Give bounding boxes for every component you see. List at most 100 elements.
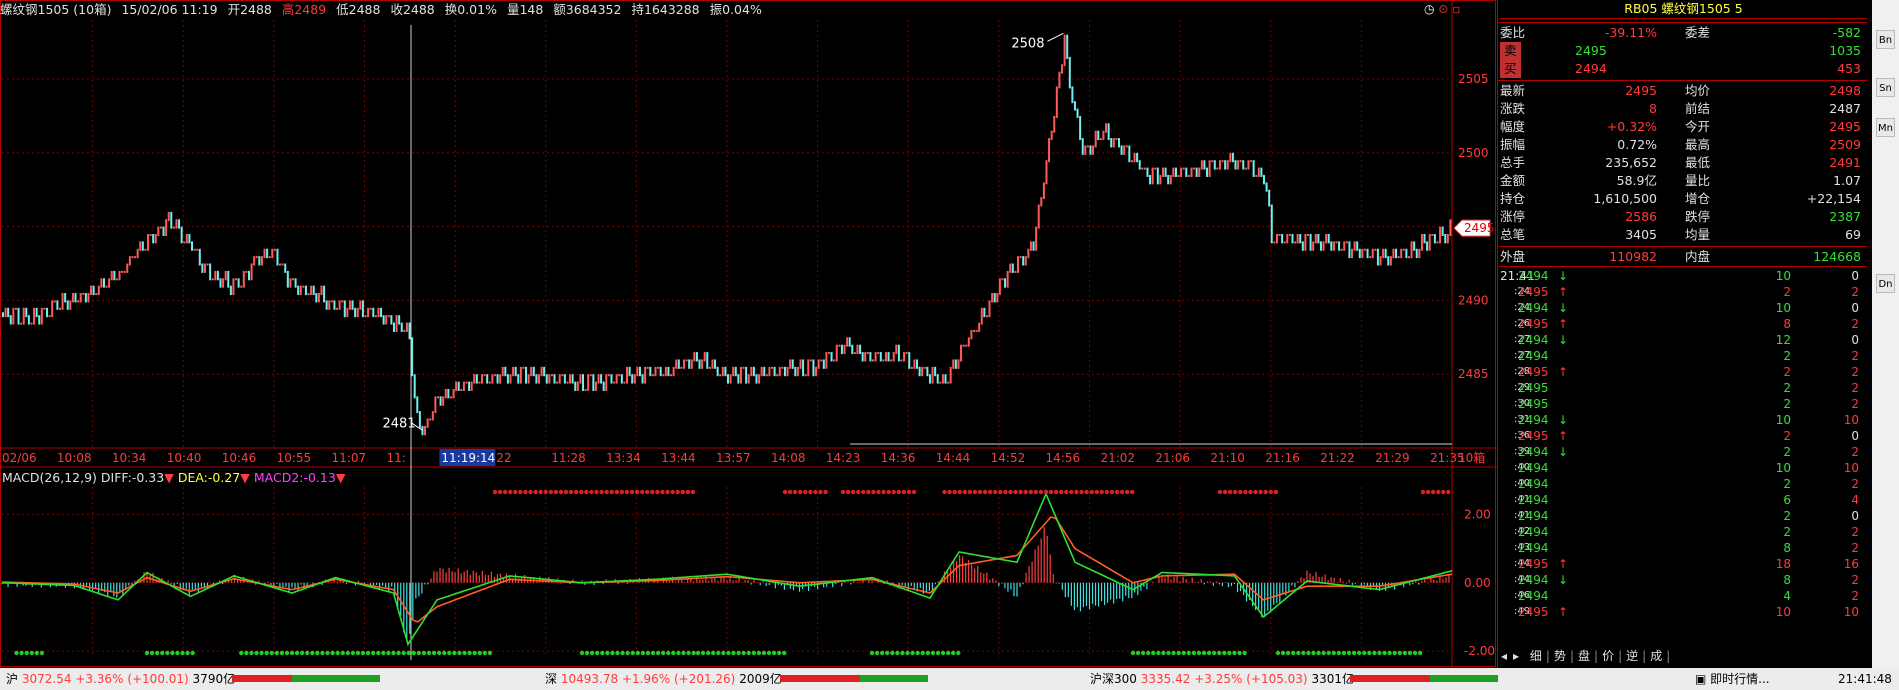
price-candle	[807, 359, 810, 377]
tick-vol: 2	[1783, 509, 1791, 523]
price-candle	[553, 374, 556, 384]
signal-dot-red	[543, 489, 548, 495]
macd-dea-label: DEA:-0.27	[177, 470, 241, 485]
price-tick-label: 2500	[1458, 146, 1489, 160]
panel-tab[interactable]: 逆	[1622, 646, 1642, 666]
intraday-chart[interactable]: 2485249024952500250525082481249502/0610:…	[0, 0, 1497, 668]
signal-dot-green	[190, 650, 195, 656]
price-candle	[1423, 234, 1426, 244]
tick-chg: 2	[1851, 573, 1859, 587]
price-candle	[1154, 167, 1157, 170]
price-candle	[71, 293, 74, 303]
signal-dot-green	[625, 650, 630, 656]
price-candle	[165, 219, 168, 236]
quote-row-label: 买	[1500, 60, 1521, 78]
status-hs300[interactable]: 沪深300 3335.42 +3.25% (+105.03) 3301亿	[1090, 668, 1354, 690]
signal-dot-green	[1171, 650, 1176, 656]
signal-dot-green	[1351, 650, 1357, 656]
price-candle	[229, 285, 232, 296]
signal-dot-red	[579, 489, 584, 495]
signal-dot-red	[589, 489, 594, 495]
price-candle	[496, 374, 499, 384]
price-candle	[947, 381, 950, 384]
tab-prev-icon[interactable]: ◂	[1498, 649, 1510, 663]
signal-dot-green	[34, 650, 39, 656]
price-candle	[890, 359, 893, 362]
toolbar-bn[interactable]: Bn	[1876, 30, 1895, 49]
signal-dot-red	[1446, 489, 1451, 495]
signal-dot-green	[1341, 650, 1347, 656]
price-candle	[1426, 241, 1429, 251]
signal-dot-red	[818, 489, 823, 495]
price-candle	[1112, 138, 1115, 148]
price-candle	[128, 256, 131, 266]
quote-row: 涨跌 8 前结 2487	[1500, 100, 1867, 118]
price-candle	[864, 352, 867, 362]
toolbar-mn[interactable]: Mn	[1876, 118, 1895, 137]
price-candle	[1250, 160, 1253, 163]
chart-tool-icons: ◷ ⊙ ▫	[1424, 2, 1460, 16]
price-candle	[1444, 234, 1447, 244]
status-sh[interactable]: 沪 3072.54 +3.36% (+100.01) 3790亿	[6, 668, 235, 690]
quote-row-label2: 委差	[1685, 25, 1711, 40]
toolbar-dn[interactable]: Dn	[1876, 274, 1895, 293]
alarm-icon[interactable]: ⊙	[1438, 2, 1448, 16]
close-icon[interactable]: ▫	[1452, 2, 1460, 16]
signal-dot-red	[813, 489, 818, 495]
clock-icon[interactable]: ◷	[1424, 2, 1434, 16]
price-candle	[1097, 130, 1100, 141]
signal-dot-red	[845, 489, 851, 495]
price-candle	[1317, 234, 1320, 244]
price-candle	[1255, 174, 1258, 177]
bar-amplitude: 振0.04%	[709, 2, 762, 17]
price-candle	[1436, 241, 1439, 244]
price-chart-svg[interactable]: 2485249024952500250525082481249502/0610:…	[0, 0, 1497, 668]
price-candle	[1086, 145, 1089, 148]
price-candle	[84, 293, 87, 303]
price-candle	[245, 270, 248, 273]
price-candle	[336, 307, 339, 310]
quote-row: 金额 58.9亿 量比 1.07	[1500, 172, 1867, 190]
price-candle	[908, 352, 911, 369]
status-app[interactable]: ▣ 即时行情...	[1695, 668, 1770, 690]
price-candle	[240, 285, 243, 288]
signal-dot-green	[284, 650, 290, 656]
price-candle	[437, 396, 439, 399]
price-candle	[185, 234, 188, 244]
price-candle	[1063, 34, 1066, 67]
price-candle	[1125, 145, 1128, 148]
quote-row: 卖 2495 1035	[1500, 42, 1867, 60]
signal-dot-red	[634, 489, 640, 495]
quote-row: 幅度 +0.32% 今开 2495	[1500, 118, 1867, 136]
panel-tab[interactable]: 细	[1526, 646, 1546, 666]
price-candle	[97, 285, 100, 296]
signal-dot-green	[721, 650, 726, 656]
price-candle	[620, 374, 623, 384]
panel-tab[interactable]: 成	[1646, 646, 1666, 666]
bar-high: 高2489	[281, 2, 327, 17]
price-candle	[172, 226, 175, 229]
price-candle	[102, 278, 105, 288]
panel-tab[interactable]: 价	[1598, 646, 1618, 666]
signal-dot-green	[676, 650, 681, 656]
signal-dot-green	[915, 650, 920, 656]
price-candle	[1055, 86, 1058, 118]
quote-row-label: 总手	[1500, 155, 1526, 170]
price-candle	[817, 359, 820, 369]
macd-tick-label: 2.00	[1464, 507, 1491, 521]
price-candle	[592, 374, 595, 391]
toolbar-sn[interactable]: Sn	[1876, 78, 1895, 97]
price-candle	[589, 374, 592, 377]
price-candle	[289, 278, 292, 288]
tick-row: :24 2494 ↓ 10 0	[1500, 300, 1867, 316]
price-candle	[196, 248, 199, 251]
tick-vol: 6	[1783, 493, 1791, 507]
panel-tab[interactable]: 势	[1550, 646, 1570, 666]
price-candle	[457, 381, 460, 391]
status-sz[interactable]: 深 10493.78 +1.96% (+201.26) 2009亿	[545, 668, 782, 690]
tab-next-icon[interactable]: ▸	[1510, 649, 1522, 663]
app-icon: ▣	[1695, 672, 1707, 686]
price-candle	[499, 374, 502, 384]
macd-legend: MACD(26,12,9) DIFF:-0.33▼ DEA:-0.27▼ MAC…	[2, 470, 346, 485]
panel-tab[interactable]: 盘	[1574, 646, 1594, 666]
